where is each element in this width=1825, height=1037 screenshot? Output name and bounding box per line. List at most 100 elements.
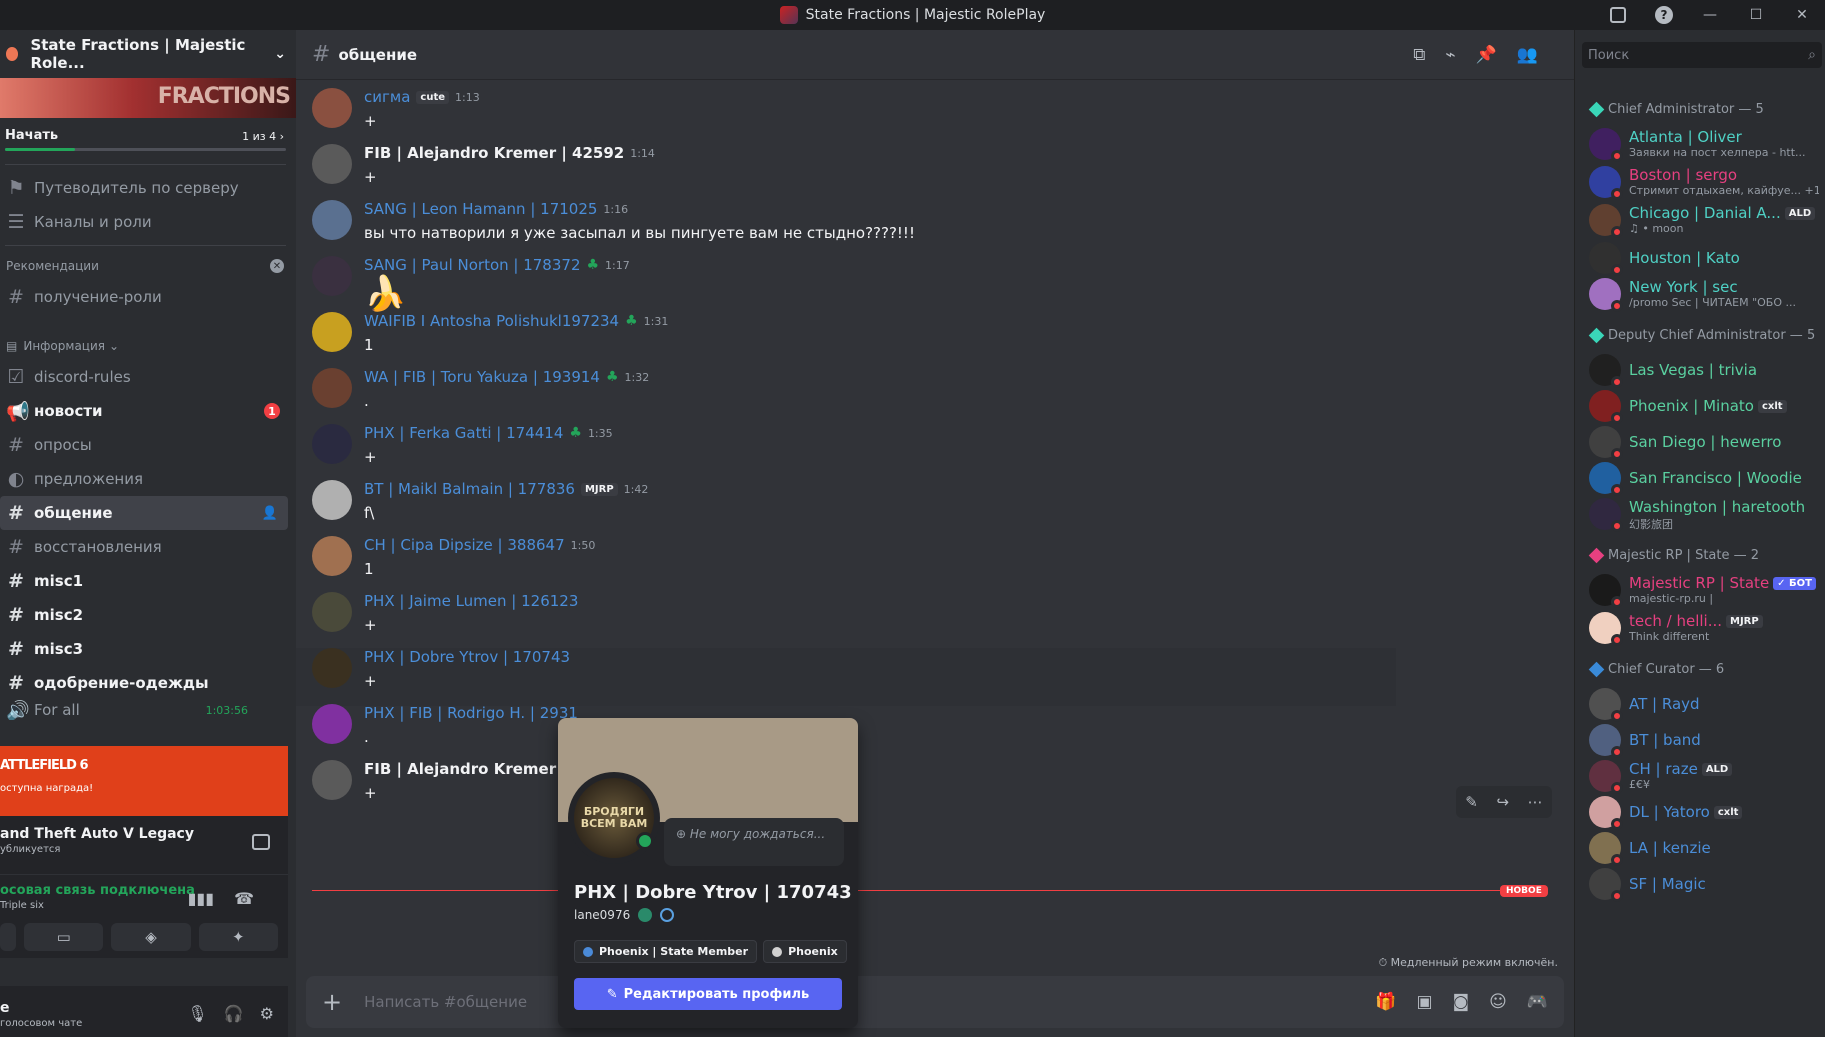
info-category[interactable]: ▤ Информация ⌄ [0, 332, 296, 360]
gif-icon[interactable]: ▣ [1417, 992, 1433, 1012]
avatar[interactable] [312, 256, 352, 296]
headphones-icon[interactable]: 🎧 [224, 1004, 244, 1023]
channel-item[interactable]: # misc2 [0, 598, 296, 632]
member-item[interactable]: AT | Rayd [1585, 684, 1825, 724]
channel-item[interactable]: # восстановления [0, 530, 296, 564]
close-button[interactable]: ✕ [1779, 0, 1825, 30]
maximize-button[interactable]: ☐ [1733, 0, 1779, 30]
server-guide[interactable]: ⚑ Путеводитель по серверу [0, 171, 296, 205]
member-item[interactable]: Majestic RP | State ✓ БОТ majestic-rp.ru | [1585, 570, 1825, 610]
channel-item[interactable]: 🔊 For all 1:03:56 [0, 700, 296, 720]
channel-item[interactable]: ◐ предложения [0, 462, 296, 496]
add-attachment-button[interactable]: + [322, 988, 342, 1016]
member-item[interactable]: SF | Magic [1585, 864, 1825, 904]
avatar[interactable] [312, 368, 352, 408]
author-name[interactable]: CH | Cipa Dipsize | 388647 [364, 536, 565, 554]
pin-icon[interactable]: 📌 [1476, 45, 1497, 65]
name-text: SF | Magic [1629, 875, 1706, 893]
channel-item[interactable]: # одобрение-одежды [0, 666, 296, 700]
author-name[interactable]: WAIFIB I Antosha Polishukl197234 [364, 312, 619, 330]
camera-button[interactable] [0, 923, 16, 951]
member-item[interactable]: Washington | haretooth 幻影旅团 [1585, 494, 1825, 534]
channel-item[interactable]: # опросы [0, 428, 296, 462]
channels-and-roles[interactable]: ☰ Каналы и роли [0, 205, 296, 239]
soundboard-button[interactable]: ✦ [198, 923, 278, 951]
reply-icon[interactable]: ↪ [1496, 793, 1509, 811]
promo-banner[interactable]: ATTLEFIELD 6 оступна награда! [0, 746, 288, 816]
member-item[interactable]: CH | raze ALD £€¥ [1585, 756, 1825, 796]
profile-note[interactable]: ⊕ Не могу дождаться... [664, 818, 844, 866]
member-item[interactable]: BT | band [1585, 720, 1825, 760]
author-name[interactable]: WA | FIB | Toru Yakuza | 193914 [364, 368, 600, 386]
game-controller-icon[interactable]: 🎮 [1527, 992, 1548, 1012]
author-name[interactable]: PHX | FIB | Rodrigo H. | 2931 [364, 704, 578, 722]
edit-icon[interactable]: ✎ [1465, 793, 1478, 811]
search-input[interactable]: Поиск ⌕ [1582, 42, 1822, 68]
activity-button[interactable]: ◈ [111, 923, 191, 951]
avatar[interactable] [312, 312, 352, 352]
author-name[interactable]: PHX | Dobre Ytrov | 170743 [364, 648, 570, 666]
onboarding-progress[interactable]: Начать 1 из 4 › [0, 118, 296, 158]
members-icon[interactable]: 👥 [1517, 45, 1538, 65]
minimize-button[interactable]: — [1687, 0, 1733, 30]
avatar[interactable] [312, 536, 352, 576]
disconnect-icon[interactable]: ☎ [234, 889, 254, 908]
screen-share-button[interactable]: ▭ [24, 923, 104, 951]
avatar[interactable] [312, 760, 352, 800]
member-item[interactable]: LA | kenzie [1585, 828, 1825, 868]
author-name[interactable]: сигма [364, 88, 410, 106]
signal-icon[interactable]: ▮▮▮ [188, 889, 214, 908]
author-name[interactable]: PHX | Jaime Lumen | 126123 [364, 592, 578, 610]
author-name[interactable]: BT | Maikl Balmain | 177836 [364, 480, 575, 498]
edit-profile-button[interactable]: ✎ Редактировать профиль [574, 978, 842, 1010]
add-member-icon[interactable]: 👤 [262, 506, 278, 521]
sticker-icon[interactable]: ◙ [1453, 992, 1470, 1012]
stream-icon[interactable] [252, 834, 270, 850]
channel-get-role[interactable]: # получение-роли [0, 280, 296, 314]
channel-item[interactable]: 📢 новости 1 [0, 394, 296, 428]
channel-item[interactable]: # общение 👤 [0, 496, 288, 530]
avatar[interactable] [312, 200, 352, 240]
member-item[interactable]: Atlanta | Oliver Заявки на пост хелпера -… [1585, 124, 1825, 164]
channel-item[interactable]: # misc3 [0, 632, 296, 666]
avatar[interactable] [312, 144, 352, 184]
avatar[interactable] [312, 480, 352, 520]
member-item[interactable]: Phoenix | Minato cxlt [1585, 386, 1825, 426]
member-item[interactable]: Las Vegas | trivia [1585, 350, 1825, 390]
member-item[interactable]: Houston | Kato [1585, 238, 1825, 278]
member-item[interactable]: San Francisco | Woodie [1585, 458, 1825, 498]
member-item[interactable]: Boston | sergo Стримит отдыхаем, кайфуе..… [1585, 162, 1825, 202]
member-item[interactable]: DL | Yatoro cxlt [1585, 792, 1825, 832]
author-name[interactable]: SANG | Paul Norton | 178372 [364, 256, 580, 274]
avatar[interactable] [312, 88, 352, 128]
help-icon[interactable]: ? [1641, 0, 1687, 30]
gear-icon[interactable]: ⚙ [260, 1004, 274, 1023]
avatar[interactable] [312, 424, 352, 464]
author-name[interactable]: FIB | Alejandro Kremer | 42592 [364, 144, 624, 162]
close-icon[interactable]: ✕ [270, 259, 284, 273]
member-item[interactable]: Chicago | Danial A... ALD ♫ • moon [1585, 200, 1825, 240]
member-item[interactable]: tech / helli... MJRP Think different [1585, 608, 1825, 648]
group-title: Chief Administrator — 5 [1608, 102, 1764, 117]
channel-item[interactable]: # misc1 [0, 564, 296, 598]
mute-bell-icon[interactable]: ⌁ [1445, 45, 1455, 65]
author-name[interactable]: PHX | Ferka Gatti | 174414 [364, 424, 563, 442]
avatar[interactable] [312, 704, 352, 744]
server-header[interactable]: State Fractions | Majestic Role... ⌄ [0, 30, 296, 78]
status-dnd-icon [1611, 634, 1623, 646]
channel-item[interactable]: ☑ discord-rules [0, 360, 296, 394]
microphone-icon[interactable]: 🎙 [187, 1004, 207, 1023]
author-name[interactable]: SANG | Leon Hamann | 171025 [364, 200, 597, 218]
member-item[interactable]: San Diego | hewerro [1585, 422, 1825, 462]
inbox-icon[interactable] [1595, 0, 1641, 30]
emoji-icon[interactable]: ☺ [1489, 992, 1507, 1012]
threads-icon[interactable]: ⧉ [1413, 45, 1425, 65]
profile-avatar[interactable]: БРОДЯГИ ВСЕМ ВАМ [568, 772, 660, 864]
gift-icon[interactable]: 🎁 [1375, 992, 1396, 1012]
member-item[interactable]: New York | sec/promo Sec | ЧИТАЕМ "ОБО .… [1585, 274, 1825, 314]
timestamp: 1:13 [455, 90, 480, 104]
avatar[interactable] [312, 592, 352, 632]
more-icon[interactable]: ⋯ [1528, 793, 1543, 811]
message-input[interactable]: Написать #общение [364, 993, 527, 1011]
avatar[interactable] [312, 648, 352, 688]
